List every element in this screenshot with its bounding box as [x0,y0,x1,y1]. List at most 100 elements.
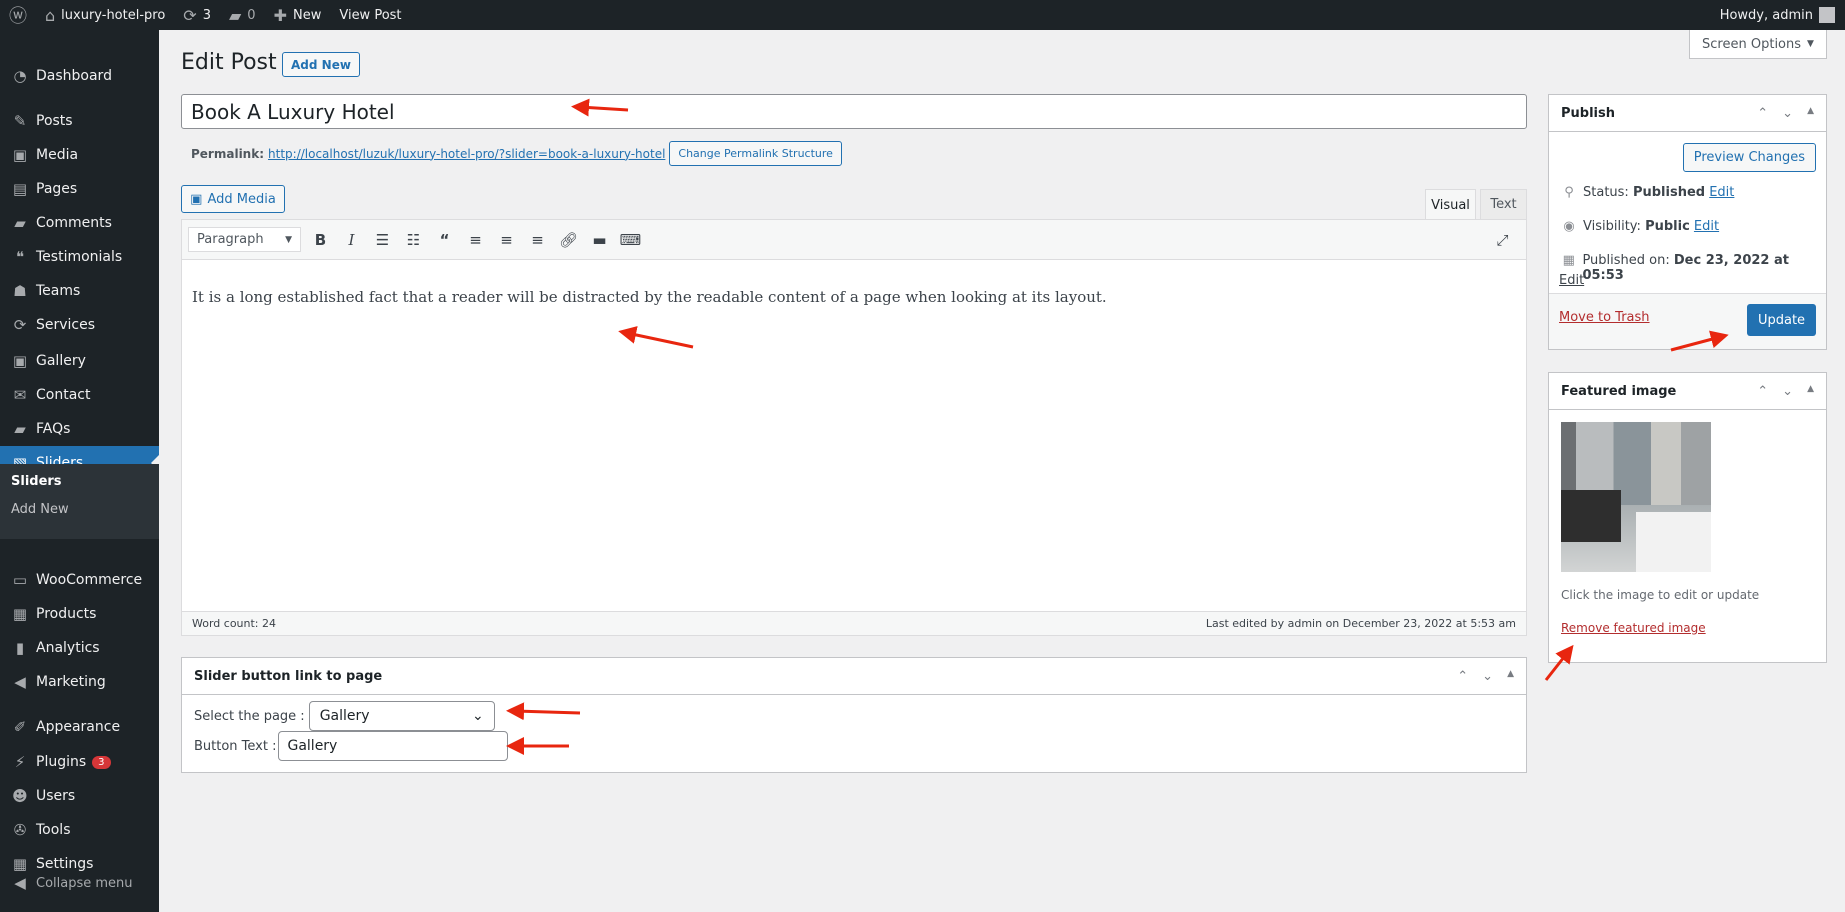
featured-image-thumbnail[interactable] [1561,422,1711,572]
visibility-icon: ◉ [1563,219,1575,234]
submenu-item-add-new[interactable]: Add New [11,502,69,517]
toggle-panel-icon[interactable]: ▲ [1807,106,1814,121]
blockquote-icon[interactable]: “ [429,226,460,254]
editor-toolbar: Paragraph ▼ B I ☰ ☷ “ ≡ ≡ ≡ 🔗︎ ▬ ⌨ ⤢ [182,220,1526,260]
archive-icon: ▦ [12,605,28,623]
move-up-icon[interactable]: ⌃ [1457,669,1468,684]
dashboard-icon: ◔ [13,67,27,85]
link-icon[interactable]: 🔗︎ [553,226,584,254]
sidebar-item-media[interactable]: ▣ Media [0,138,159,172]
sidebar-item-pages[interactable]: ▤ Pages [0,172,159,206]
plugin-icon: ⚡ [14,753,26,771]
align-right-icon[interactable]: ≡ [522,226,553,254]
italic-icon[interactable]: I [336,226,367,254]
pin-icon: ⚲ [1564,185,1574,200]
move-up-icon[interactable]: ⌃ [1757,384,1768,399]
format-select[interactable]: Paragraph ▼ [188,227,301,252]
sidebar-item-tools[interactable]: ✇ Tools [0,813,159,847]
post-title-input[interactable]: Book A Luxury Hotel [181,94,1527,129]
admin-bar: ⓦ ⌂ luxury-hotel-pro ⟳ 3 ▰ 0 ✚ New View Post… [0,0,1845,30]
sidebar-item-collapse-menu[interactable]: ◀ Collapse menu [0,866,159,900]
sidebar-item-faqs[interactable]: ▰ FAQs [0,412,159,446]
testimonial-icon: ❝ [15,248,25,266]
view-post-link[interactable]: View Post [330,0,410,30]
groups-icon: ☗ [13,282,27,300]
read-more-icon[interactable]: ▬ [584,226,615,254]
edit-date-link[interactable]: Edit [1559,273,1584,288]
move-down-icon[interactable]: ⌄ [1782,384,1793,399]
media-icon: ▣ [190,191,203,207]
align-center-icon[interactable]: ≡ [491,226,522,254]
update-icon: ⟳ [183,5,197,25]
sidebar-item-analytics[interactable]: ▮ Analytics [0,631,159,665]
fullscreen-icon[interactable]: ⤢ [1487,226,1518,254]
page-title: Edit Post [181,50,277,75]
slider-link-metabox: Slider button link to page ⌃ ⌄ ▲ Select th… [181,657,1527,773]
move-down-icon[interactable]: ⌄ [1782,106,1793,121]
post-editor: Paragraph ▼ B I ☰ ☷ “ ≡ ≡ ≡ 🔗︎ ▬ ⌨ ⤢ It i… [181,219,1527,636]
wordpress-logo-button[interactable]: ⓦ [0,0,36,30]
sidebar-item-products[interactable]: ▦ Products [0,597,159,631]
move-up-icon[interactable]: ⌃ [1757,106,1768,121]
bold-icon[interactable]: B [305,226,336,254]
brush-icon: ✐ [13,718,27,736]
submenu-item-sliders[interactable]: Sliders [11,474,62,489]
tab-text[interactable]: Text [1480,189,1527,219]
caret-down-icon: ▼ [285,234,292,245]
site-name-link[interactable]: ⌂ luxury-hotel-pro [36,0,174,30]
toggle-panel-icon[interactable]: ▲ [1507,669,1514,684]
permalink-url-link[interactable]: http://localhost/luzuk/luxury-hotel-pro/… [268,147,665,161]
new-content-link[interactable]: ✚ New [265,0,331,30]
comments-link[interactable]: ▰ 0 [220,0,265,30]
bulleted-list-icon[interactable]: ☰ [367,226,398,254]
editor-content[interactable]: It is a long established fact that a rea… [182,260,1526,612]
move-down-icon[interactable]: ⌄ [1482,669,1493,684]
sidebar-item-posts[interactable]: ✎ Posts [0,104,159,138]
page-select[interactable]: Gallery ⌄ [308,701,495,731]
users-icon: ☻ [12,787,28,805]
sidebar-item-testimonials[interactable]: ❝ Testimonials [0,240,159,274]
sidebar-item-contact[interactable]: ✉ Contact [0,378,159,412]
plus-icon: ✚ [273,5,287,25]
tab-visual[interactable]: Visual [1425,189,1476,220]
edit-visibility-link[interactable]: Edit [1694,219,1719,234]
pages-icon: ▤ [12,180,28,198]
update-icon: ⟳ [13,316,27,334]
sidebar-item-comments[interactable]: ▰ Comments [0,206,159,240]
sidebar-item-marketing[interactable]: ◀ Marketing [0,665,159,699]
numbered-list-icon[interactable]: ☷ [398,226,429,254]
avatar [1819,7,1835,23]
move-to-trash-link[interactable]: Move to Trash [1559,310,1650,325]
publish-metabox: Publish ⌃ ⌄ ▲ Preview Changes ⚲ Status: Pub… [1548,94,1827,350]
wrench-icon: ✇ [13,821,27,839]
sidebar-item-users[interactable]: ☻ Users [0,779,159,813]
remove-featured-image-link[interactable]: Remove featured image [1561,621,1706,635]
sidebar-item-plugins[interactable]: ⚡ Plugins 3 [0,745,159,779]
editor-status-bar: Word count: 24 Last edited by admin on De… [182,611,1526,635]
calendar-icon: ▦ [1562,253,1575,268]
button-text-input[interactable]: Gallery [278,731,509,761]
toggle-panel-icon[interactable]: ▲ [1807,384,1814,399]
update-button[interactable]: Update [1747,304,1816,336]
chart-icon: ▮ [15,639,25,657]
caret-down-icon: ▼ [1807,39,1814,49]
sidebar-item-gallery[interactable]: ▣ Gallery [0,344,159,378]
change-permalink-button[interactable]: Change Permalink Structure [669,141,842,166]
sidebar-item-appearance[interactable]: ✐ Appearance [0,710,159,744]
home-icon: ⌂ [45,5,56,25]
sidebar-item-woocommerce[interactable]: ▭ WooCommerce [0,563,159,597]
sidebar-item-dashboard[interactable]: ◔ Dashboard [0,59,159,93]
sidebar-item-teams[interactable]: ☗ Teams [0,274,159,308]
toolbar-toggle-icon[interactable]: ⌨ [615,226,646,254]
account-menu[interactable]: Howdy, admin [1720,7,1845,23]
updates-link[interactable]: ⟳ 3 [174,0,220,30]
featured-image-hint: Click the image to edit or update [1561,588,1760,602]
edit-status-link[interactable]: Edit [1709,185,1734,200]
preview-changes-button[interactable]: Preview Changes [1682,143,1816,172]
add-media-button[interactable]: ▣ Add Media [181,185,285,213]
sidebar-item-services[interactable]: ⟳ Services [0,308,159,342]
chevron-down-icon: ⌄ [471,708,484,724]
align-left-icon[interactable]: ≡ [460,226,491,254]
add-new-button[interactable]: Add New [282,52,360,77]
screen-options-button[interactable]: Screen Options ▼ [1689,30,1827,59]
